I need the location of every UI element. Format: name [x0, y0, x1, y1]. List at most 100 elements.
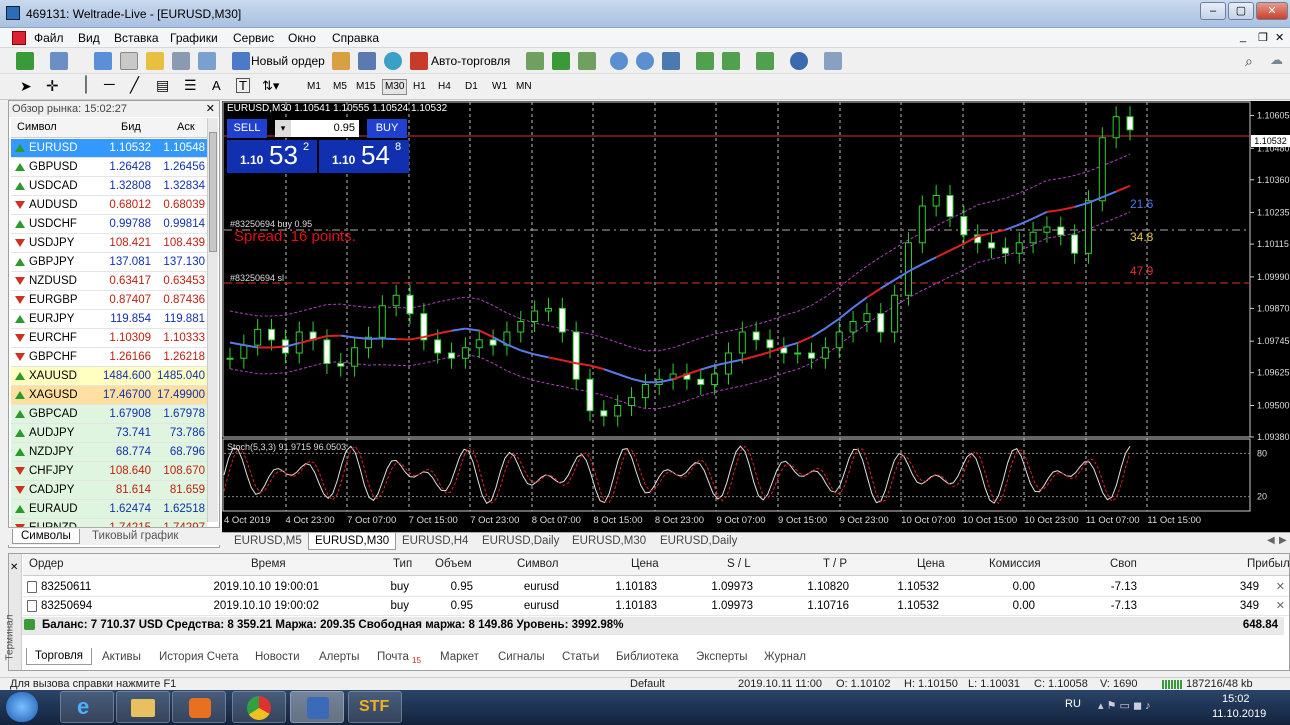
- autoscroll-icon[interactable]: [696, 52, 714, 70]
- text-label-icon[interactable]: T: [236, 78, 250, 93]
- close-order-icon[interactable]: ✕: [1276, 580, 1285, 593]
- signals-icon[interactable]: [358, 52, 376, 70]
- market-watch-row[interactable]: EURGBP 0.87407 0.87436: [11, 291, 207, 310]
- market-watch-row[interactable]: NZDJPY 68.774 68.796: [11, 443, 207, 462]
- timeframe-m30[interactable]: M30: [382, 79, 408, 95]
- minimize-button[interactable]: –: [1200, 2, 1226, 20]
- new-order-icon[interactable]: [232, 52, 250, 70]
- col-current-price[interactable]: Цена: [917, 558, 945, 570]
- market-watch-icon[interactable]: [94, 52, 112, 70]
- timeframe-d1[interactable]: D1: [465, 81, 478, 92]
- arrows-icon[interactable]: ⇅▾: [262, 78, 279, 94]
- market-watch-scrollbar[interactable]: [207, 118, 218, 522]
- text-icon[interactable]: A: [212, 78, 221, 93]
- stf-app-icon[interactable]: STF: [348, 691, 402, 723]
- market-watch-row[interactable]: EURAUD 1.62474 1.62518: [11, 500, 207, 519]
- close-button[interactable]: ✕: [1256, 2, 1288, 20]
- chat-icon[interactable]: ☁: [1270, 52, 1283, 68]
- timeframe-h1[interactable]: H1: [413, 81, 426, 92]
- fibonacci-icon[interactable]: ☰: [184, 77, 197, 94]
- language-indicator[interactable]: RU: [1065, 698, 1081, 710]
- new-order-button[interactable]: Новый ордер: [251, 54, 325, 68]
- ttab-mail[interactable]: Почта: [377, 651, 409, 663]
- ttab-assets[interactable]: Активы: [102, 651, 141, 663]
- ttab-library[interactable]: Библиотека: [616, 651, 679, 663]
- metatrader-icon[interactable]: [290, 691, 344, 723]
- metaeditor-icon[interactable]: [332, 52, 350, 70]
- column-symbol[interactable]: Символ: [17, 121, 57, 133]
- market-icon[interactable]: [384, 52, 402, 70]
- col-swap[interactable]: Своп: [1110, 558, 1137, 570]
- ttab-journal[interactable]: Журнал: [764, 651, 806, 663]
- order-sl-label[interactable]: #83250694 sl: [230, 273, 284, 283]
- timeframe-mn[interactable]: MN: [516, 81, 532, 92]
- ttab-trade[interactable]: Торговля: [26, 648, 93, 665]
- col-commission[interactable]: Комиссия: [989, 558, 1041, 570]
- col-sl[interactable]: S / L: [727, 558, 751, 570]
- market-watch-row[interactable]: EURCHF 1.10309 1.10333: [11, 329, 207, 348]
- order-row[interactable]: 83250694 2019.10.10 19:00:02 buy 0.95 eurusd…: [23, 597, 1289, 616]
- market-watch-close-icon[interactable]: ✕: [206, 102, 215, 115]
- tray-icons[interactable]: ▴ ⚑ ▭ ◼ ♪: [1098, 699, 1151, 712]
- file-explorer-icon[interactable]: [116, 691, 170, 723]
- column-ask[interactable]: Аск: [177, 121, 195, 133]
- chart-tab-4[interactable]: EURUSD,Daily: [482, 535, 559, 547]
- menu-view[interactable]: Вид: [78, 31, 100, 45]
- indicators-icon[interactable]: [756, 52, 774, 70]
- autotrading-button[interactable]: Авто-торговля: [431, 54, 510, 68]
- sell-price-box[interactable]: 1.10 53 2: [227, 140, 317, 173]
- channel-icon[interactable]: ▤: [156, 77, 169, 94]
- menu-charts[interactable]: Графики: [170, 31, 218, 45]
- taskbar-clock[interactable]: 15:02: [1222, 693, 1250, 705]
- buy-price-box[interactable]: 1.10 54 8: [319, 140, 409, 173]
- taskbar-date[interactable]: 11.10.2019: [1212, 708, 1266, 720]
- menu-window[interactable]: Окно: [288, 31, 316, 45]
- column-bid[interactable]: Бид: [121, 121, 141, 133]
- market-watch-row[interactable]: GBPCHF 1.26166 1.26218: [11, 348, 207, 367]
- ttab-news[interactable]: Новости: [255, 651, 300, 663]
- chart-tab-1[interactable]: EURUSD,M5: [234, 535, 302, 547]
- start-button[interactable]: [6, 692, 38, 722]
- periods-icon[interactable]: [790, 52, 808, 70]
- market-watch-row[interactable]: CADJPY 81.614 81.659: [11, 481, 207, 500]
- vertical-line-icon[interactable]: │: [82, 76, 91, 93]
- market-watch-row[interactable]: GBPJPY 137.081 137.130: [11, 253, 207, 272]
- cursor-icon[interactable]: ➤: [20, 78, 32, 95]
- ttab-history[interactable]: История Счета: [159, 651, 239, 663]
- tester-icon[interactable]: [198, 52, 216, 70]
- timeframe-h4[interactable]: H4: [438, 81, 451, 92]
- col-profit[interactable]: Прибыль: [1247, 558, 1290, 570]
- mdi-restore-button[interactable]: ❐: [1258, 31, 1268, 44]
- profiles-icon[interactable]: [50, 52, 68, 70]
- menu-tools[interactable]: Сервис: [233, 31, 274, 45]
- maximize-button[interactable]: ▢: [1228, 2, 1254, 20]
- timeframe-m5[interactable]: M5: [333, 81, 347, 92]
- col-price[interactable]: Цена: [631, 558, 659, 570]
- close-order-icon[interactable]: ✕: [1276, 599, 1285, 612]
- search-icon[interactable]: ⌕: [1245, 53, 1253, 70]
- navigator-icon[interactable]: [146, 52, 164, 70]
- market-watch-row[interactable]: GBPUSD 1.26428 1.26456: [11, 158, 207, 177]
- horizontal-line-icon[interactable]: ─: [104, 76, 115, 93]
- market-watch-row[interactable]: CHFJPY 108.640 108.670: [11, 462, 207, 481]
- bar-chart-icon[interactable]: [526, 52, 544, 70]
- market-watch-row[interactable]: AUDJPY 73.741 73.786: [11, 424, 207, 443]
- col-order[interactable]: Ордер: [29, 558, 64, 570]
- tab-tick-chart[interactable]: Тиковый график: [92, 530, 178, 542]
- market-watch-row[interactable]: XAGUSD 17.46700 17.49900: [11, 386, 207, 405]
- ttab-alerts[interactable]: Алерты: [319, 651, 359, 663]
- menu-file[interactable]: Файл: [34, 31, 64, 45]
- market-watch-row[interactable]: USDJPY 108.421 108.439: [11, 234, 207, 253]
- market-watch-row[interactable]: AUDUSD 0.68012 0.68039: [11, 196, 207, 215]
- col-tp[interactable]: T / P: [823, 558, 847, 570]
- lot-down-icon[interactable]: ▾: [275, 120, 291, 137]
- tile-windows-icon[interactable]: [662, 52, 680, 70]
- order-row[interactable]: 83250611 2019.10.10 19:00:01 buy 0.95 eurusd…: [23, 578, 1289, 597]
- market-watch-row[interactable]: NZDUSD 0.63417 0.63453: [11, 272, 207, 291]
- ttab-signals[interactable]: Сигналы: [498, 651, 545, 663]
- col-time[interactable]: Время: [251, 558, 286, 570]
- tab-scroll-right-icon[interactable]: ▶: [1279, 535, 1287, 546]
- chart-tab-3[interactable]: EURUSD,H4: [402, 535, 468, 547]
- trendline-icon[interactable]: ╱: [130, 76, 139, 94]
- ttab-market[interactable]: Маркет: [440, 651, 479, 663]
